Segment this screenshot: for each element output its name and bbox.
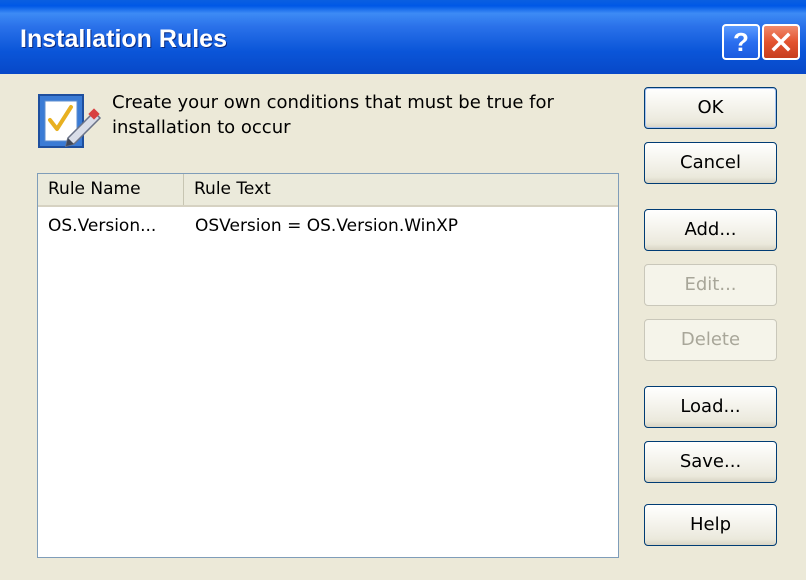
description-text: Create your own conditions that must be … (112, 92, 554, 138)
table-row[interactable]: OS.Version... OSVersion = OS.Version.Win… (38, 212, 618, 240)
delete-button[interactable]: Delete (644, 319, 777, 361)
help-button[interactable]: Help (644, 504, 777, 546)
column-header-rule-text[interactable]: Rule Text (184, 174, 618, 205)
title-bar[interactable]: Installation Rules ? (0, 0, 806, 74)
rule-text-cell: OSVersion = OS.Version.WinXP (195, 216, 459, 236)
ok-button[interactable]: OK (644, 87, 777, 129)
close-icon (771, 32, 791, 52)
rules-list[interactable]: Rule Name Rule Text OS.Version... OSVers… (37, 173, 619, 558)
rule-name-cell: OS.Version... (48, 216, 157, 236)
column-header-rule-name[interactable]: Rule Name (38, 174, 184, 205)
window-title: Installation Rules (20, 25, 227, 53)
installation-rules-dialog: Installation Rules ? Create your own con… (0, 0, 806, 580)
load-button[interactable]: Load... (644, 386, 777, 428)
edit-button[interactable]: Edit... (644, 264, 777, 306)
save-button[interactable]: Save... (644, 441, 777, 483)
add-button[interactable]: Add... (644, 209, 777, 251)
checklist-edit-icon (36, 90, 102, 158)
cancel-button[interactable]: Cancel (644, 142, 777, 184)
close-button[interactable] (762, 24, 800, 60)
help-icon[interactable]: ? (722, 24, 760, 60)
list-header: Rule Name Rule Text (38, 174, 618, 207)
